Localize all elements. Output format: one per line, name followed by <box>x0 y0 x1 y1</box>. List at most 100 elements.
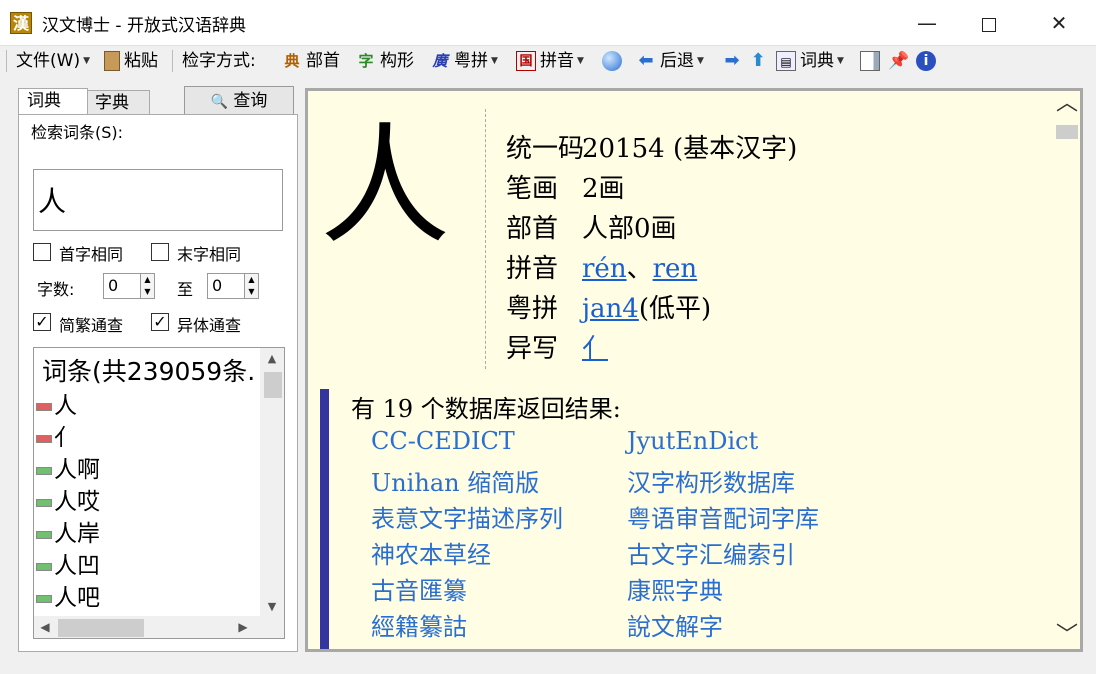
chevron-up-icon[interactable]: ︿ <box>1054 91 1080 117</box>
top-button[interactable]: ⬆ <box>748 49 772 73</box>
chevron-down-icon: ▼ <box>697 56 704 66</box>
layout-button[interactable] <box>860 49 884 73</box>
info-key: 拼音 <box>506 254 559 284</box>
search-panel: 检索词条(S): 人 首字相同 末字相同 字数: 0 ▲ ▼ 至 0 ▲ ▼ ✓ 简… <box>18 114 298 652</box>
shape-button[interactable]: 字构形 <box>356 49 414 73</box>
cantonese-button[interactable]: 廣粤拼 ▼ <box>430 49 497 73</box>
file-menu-label: 文件(W) <box>16 51 81 71</box>
about-button[interactable]: i <box>916 49 940 73</box>
database-link[interactable]: 康熙字典 <box>627 571 723 606</box>
chevron-left-icon[interactable]: ◀ <box>34 616 56 638</box>
dictionary-label: 词典 <box>800 51 834 71</box>
app-icon: 漢 <box>10 12 32 34</box>
chevron-down-icon[interactable]: ▼ <box>260 596 284 618</box>
list-item[interactable]: 人吧 <box>36 582 100 614</box>
list-header: 词条(共239059条. <box>42 357 256 386</box>
database-link[interactable]: JyutEnDict <box>627 427 758 455</box>
close-button[interactable]: ✕ <box>1028 0 1090 46</box>
pinyin-label: 拼音 <box>540 51 574 71</box>
database-link[interactable]: 古音匯纂 <box>371 571 467 606</box>
window-title: 汉文博士 - 开放式汉语辞典 <box>42 16 246 36</box>
chevron-down-icon: ▼ <box>837 56 844 66</box>
count-to-stepper[interactable]: 0 ▲ ▼ <box>207 273 259 299</box>
list-item[interactable]: 人 <box>36 390 100 422</box>
last-same-checkbox[interactable] <box>151 243 169 261</box>
search-input[interactable]: 人 <box>33 169 283 231</box>
pin-button[interactable]: 📌 <box>888 49 912 73</box>
tab-chars[interactable]: 字典 <box>86 90 150 114</box>
list-item[interactable]: 亻 <box>36 422 100 454</box>
first-same-checkbox[interactable] <box>33 243 51 261</box>
minimize-button[interactable]: — <box>896 0 958 46</box>
chevron-down-icon[interactable]: ﹀ <box>1054 623 1080 649</box>
tab-words[interactable]: 词典 <box>18 88 88 114</box>
paste-label: 粘贴 <box>124 51 158 71</box>
cantonese-icon: 廣 <box>432 52 448 70</box>
database-link[interactable]: 經籍纂詁 <box>371 607 467 642</box>
jyutping-link[interactable]: jan4 <box>582 294 639 324</box>
list-item[interactable]: 人凹 <box>36 550 100 582</box>
dictionary-button[interactable]: ▤ 词典 ▼ <box>776 49 844 73</box>
radical-row: 部首 人部0画 <box>506 209 797 249</box>
globe-icon <box>602 51 622 71</box>
char-count-label: 字数: <box>37 280 75 299</box>
radical-button[interactable]: 典部首 <box>282 49 340 73</box>
info-value: 人部0画 <box>582 214 677 244</box>
database-link[interactable]: 粤语审音配词字库 <box>627 499 819 534</box>
database-link[interactable]: 神农本草经 <box>371 535 491 570</box>
pinyin-button[interactable]: 国拼音 ▼ <box>516 49 584 73</box>
chevron-down-icon: ▼ <box>83 56 90 66</box>
title-bar: 漢 汉文博士 - 开放式汉语辞典 — ✕ <box>0 0 1096 46</box>
chevron-down-icon: ▼ <box>577 56 584 66</box>
list-item[interactable]: 人岸 <box>36 518 100 550</box>
scroll-thumb[interactable] <box>1056 125 1078 139</box>
database-link[interactable]: Unihan 缩简版 <box>371 463 539 498</box>
pin-icon: 📌 <box>888 51 910 71</box>
variant-link[interactable]: 亻 <box>582 334 608 364</box>
search-mode-label: 检字方式: <box>182 51 256 71</box>
pinyin-link[interactable]: ren <box>653 254 698 284</box>
pinyin-link[interactable]: rén <box>582 254 627 284</box>
content-vertical-scrollbar[interactable]: ︿ ﹀ <box>1054 91 1080 649</box>
content-pane: 人 统一码20154 (基本汉字) 笔画 2画 部首 人部0画 拼音 rén、ren … <box>305 88 1083 652</box>
list-item[interactable]: 人哎 <box>36 486 100 518</box>
search-icon: 🔍 <box>210 94 229 110</box>
simp-trad-checkbox[interactable]: ✓ <box>33 313 51 331</box>
list-items: 人 亻 人啊 人哎 人岸 人凹 人吧 人班 <box>36 390 100 638</box>
info-key: 异写 <box>506 334 559 364</box>
globe-button[interactable] <box>602 49 626 73</box>
list-item[interactable]: 人啊 <box>36 454 100 486</box>
chevron-right-icon[interactable]: ▶ <box>232 616 254 638</box>
database-link[interactable]: CC-CEDICT <box>371 427 515 455</box>
list-vertical-scrollbar[interactable]: ▲ ▼ <box>260 348 284 618</box>
scroll-thumb[interactable] <box>264 372 282 398</box>
query-label: 查询 <box>233 91 268 111</box>
count-from-stepper[interactable]: 0 ▲ ▼ <box>103 273 155 299</box>
database-link[interactable]: 表意文字描述序列 <box>371 499 563 534</box>
forward-button[interactable]: ➡ <box>722 49 746 73</box>
count-to-value: 0 <box>212 276 223 295</box>
database-link[interactable]: 說文解字 <box>627 607 723 642</box>
entry-icon <box>36 530 52 539</box>
entry-icon <box>36 466 52 475</box>
radical-icon: 典 <box>284 52 300 70</box>
paste-button[interactable]: 粘贴 <box>104 49 158 73</box>
maximize-icon <box>982 17 996 32</box>
back-label: 后退 <box>660 51 694 71</box>
list-horizontal-scrollbar[interactable]: ◀ ▶ <box>34 616 284 638</box>
database-link[interactable]: 汉字构形数据库 <box>627 463 795 498</box>
stepper-arrows[interactable]: ▲ ▼ <box>244 274 258 298</box>
maximize-button[interactable] <box>958 0 1020 46</box>
chevron-up-icon[interactable]: ▲ <box>260 348 284 370</box>
entry-icon <box>36 402 52 411</box>
query-button[interactable]: 🔍 查询 <box>184 86 294 116</box>
scroll-thumb[interactable] <box>58 619 144 637</box>
word-list[interactable]: 词条(共239059条. 人 亻 人啊 人哎 人岸 人凹 人吧 人班 ▲ ▼ ◀… <box>33 347 285 639</box>
strokes-row: 笔画 2画 <box>506 169 797 209</box>
back-button[interactable]: ⬅ 后退 ▼ <box>636 49 704 73</box>
character-info: 统一码20154 (基本汉字) 笔画 2画 部首 人部0画 拼音 rén、ren 粤拼… <box>506 129 797 369</box>
variant-checkbox[interactable]: ✓ <box>151 313 169 331</box>
stepper-arrows[interactable]: ▲ ▼ <box>140 274 154 298</box>
file-menu[interactable]: 文件(W) ▼ <box>16 49 90 73</box>
database-link[interactable]: 古文字汇编索引 <box>627 535 795 570</box>
